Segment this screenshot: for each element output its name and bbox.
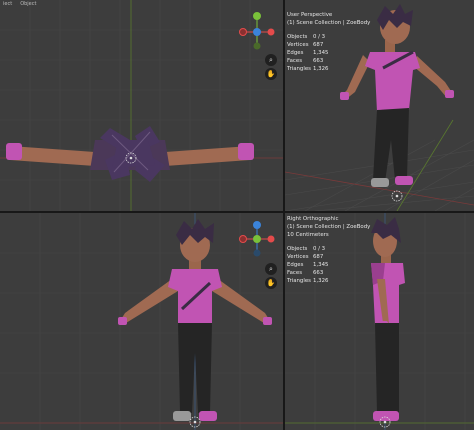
collection-name: (1) Scene Collection | ZoeBody	[287, 224, 371, 230]
gizmo-x-icon	[267, 28, 275, 36]
gizmo-z-icon	[253, 221, 261, 229]
pan-hand-icon[interactable]: ✋	[265, 68, 277, 80]
gizmo-x-neg-icon	[239, 235, 247, 243]
navigation-gizmo[interactable]	[236, 10, 282, 50]
stat-row: Vertices 687	[287, 254, 324, 260]
viewport-top-right[interactable]: User Perspective (1) Scene Collection | …	[285, 0, 474, 211]
grid-scale: 10 Centimeters	[287, 232, 329, 238]
gizmo-x-neg-icon	[239, 28, 247, 36]
view-name: User Perspective	[287, 12, 333, 18]
navigation-gizmo[interactable]	[236, 221, 282, 261]
viewport-divider-vertical[interactable]	[283, 0, 285, 430]
viewport-bottom-left[interactable]: ⌕ ✋	[0, 213, 283, 430]
gizmo-z-neg-icon	[253, 249, 261, 257]
gizmo-y-icon	[253, 235, 261, 243]
viewport-bottom-right[interactable]: Right Orthographic (1) Scene Collection …	[285, 213, 474, 430]
viewport-divider-horizontal[interactable]	[0, 211, 474, 213]
viewport-info-overlay: User Perspective (1) Scene Collection | …	[287, 11, 370, 73]
stat-row: Edges 1,345	[287, 262, 329, 268]
pan-hand-icon[interactable]: ✋	[265, 277, 277, 289]
header-menu: iect Object	[0, 0, 36, 9]
menu-item-view[interactable]: iect	[3, 0, 12, 9]
collection-name: (1) Scene Collection | ZoeBody	[287, 20, 371, 26]
menu-item-object[interactable]: Object	[20, 0, 36, 9]
blender-window: iect Object ⌕ ✋ User Perspective (1) Sce…	[0, 0, 474, 430]
gizmo-z-icon	[253, 28, 261, 36]
zoom-icon[interactable]: ⌕	[265, 54, 277, 66]
viewport-info-overlay: Right Orthographic (1) Scene Collection …	[287, 215, 370, 285]
stat-row: Vertices 687	[287, 42, 324, 48]
view-name: Right Orthographic	[287, 216, 339, 222]
stat-row: Objects 0 / 3	[287, 246, 326, 252]
stat-row: Faces 663	[287, 58, 324, 64]
stat-row: Faces 663	[287, 270, 324, 276]
stat-row: Objects 0 / 3	[287, 34, 326, 40]
gizmo-x-icon	[267, 235, 275, 243]
stat-row: Triangles 1,326	[287, 66, 329, 72]
gizmo-y-neg-icon	[253, 42, 261, 50]
viewport-top-left[interactable]: iect Object ⌕ ✋	[0, 0, 283, 211]
zoom-icon[interactable]: ⌕	[265, 263, 277, 275]
stat-row: Edges 1,345	[287, 50, 329, 56]
stat-row: Triangles 1,326	[287, 278, 329, 284]
gizmo-y-icon	[253, 12, 261, 20]
